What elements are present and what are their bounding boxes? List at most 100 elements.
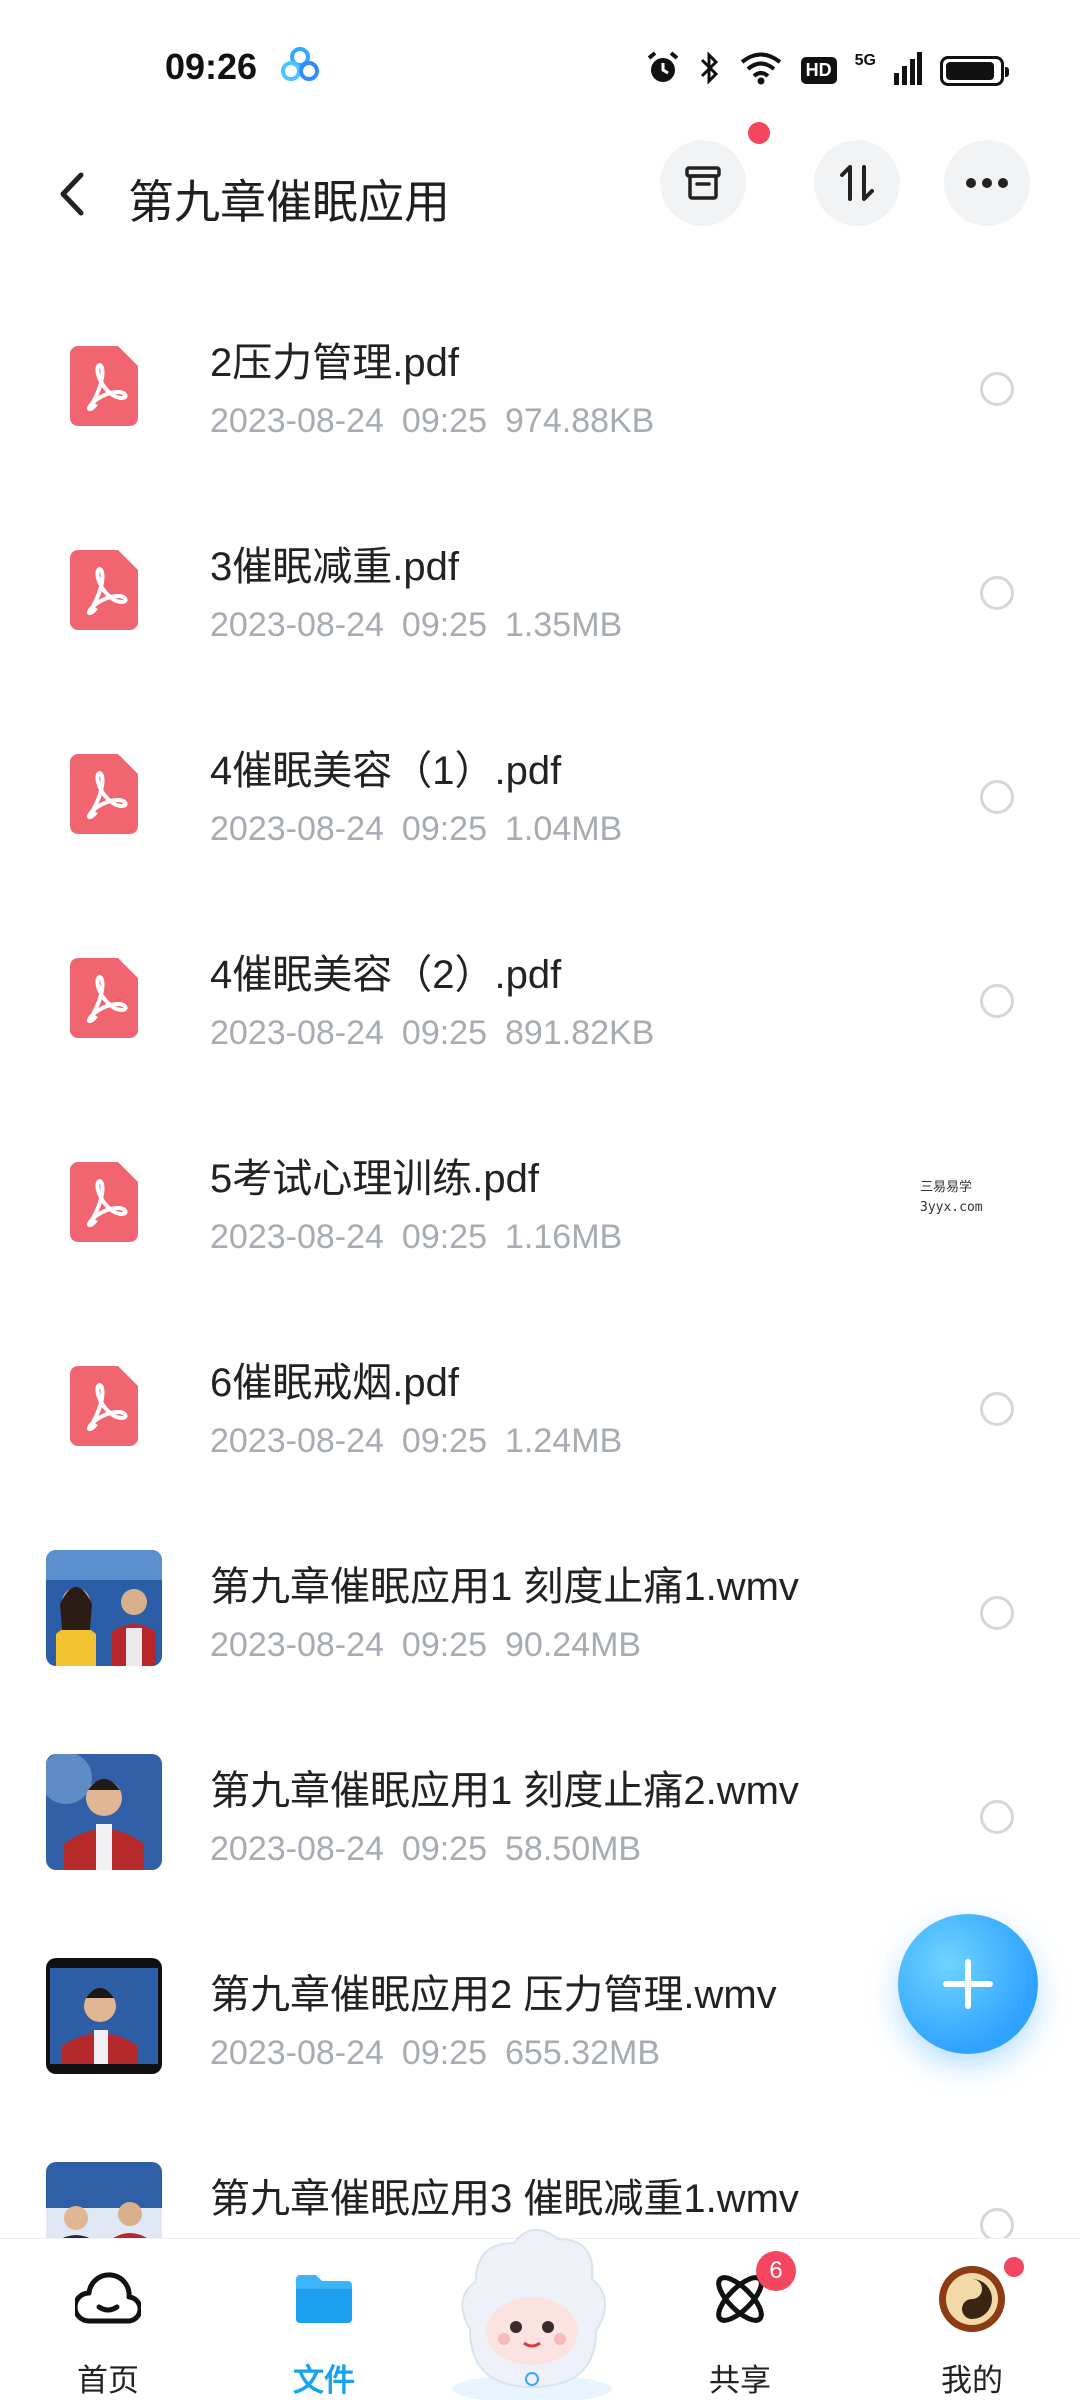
more-icon bbox=[966, 178, 1008, 188]
file-row[interactable]: 2压力管理.pdf 2023-08-24 09:25 974.88KB bbox=[0, 290, 1080, 494]
file-date: 2023-08-24 bbox=[210, 1422, 384, 1460]
page-title: 第九章催眠应用 bbox=[128, 176, 450, 228]
signal-icon bbox=[894, 51, 922, 90]
file-size: 1.35MB bbox=[505, 606, 623, 644]
file-date: 2023-08-24 bbox=[210, 1014, 384, 1052]
plus-icon bbox=[943, 1959, 993, 2009]
file-size: 58.50MB bbox=[505, 1830, 642, 1868]
nav-label: 文件 bbox=[293, 2363, 355, 2398]
select-radio[interactable] bbox=[980, 576, 1014, 610]
file-size: 655.32MB bbox=[505, 2034, 661, 2072]
file-size: 891.82KB bbox=[505, 1014, 655, 1052]
nav-share[interactable]: 6 共享 bbox=[660, 2239, 820, 2400]
file-meta: 2023-08-24 09:25 891.82KB bbox=[210, 1014, 654, 1053]
add-button[interactable] bbox=[898, 1914, 1038, 2054]
watermark-line1: 三易易学 bbox=[920, 1180, 973, 1195]
file-size: 1.24MB bbox=[505, 1422, 623, 1460]
file-name: 第九章催眠应用1 刻度止痛2.wmv bbox=[210, 1769, 799, 1813]
sort-icon bbox=[840, 165, 874, 201]
file-time: 09:25 bbox=[401, 606, 488, 644]
pdf-file-icon bbox=[70, 550, 138, 630]
screen: 09:26 HD 5G 第九章催眠应用 2压力管理.pdf 2023-08-24… bbox=[0, 0, 1080, 2400]
file-size: 974.88KB bbox=[505, 402, 655, 440]
file-row[interactable]: 第九章催眠应用1 刻度止痛2.wmv 2023-08-24 09:25 58.50M… bbox=[0, 1718, 1080, 1922]
alarm-icon bbox=[645, 50, 681, 91]
file-name: 5考试心理训练.pdf bbox=[210, 1157, 539, 1201]
file-time: 09:25 bbox=[401, 1830, 488, 1868]
mascot-icon[interactable] bbox=[432, 2209, 632, 2400]
avatar-icon bbox=[934, 2261, 1010, 2337]
select-radio[interactable] bbox=[980, 372, 1014, 406]
file-row[interactable]: 6催眠戒烟.pdf 2023-08-24 09:25 1.24MB bbox=[0, 1310, 1080, 1514]
watermark: 三易易学 3yyx.com bbox=[920, 1178, 983, 1218]
pdf-file-icon bbox=[70, 1366, 138, 1446]
nav-home[interactable]: 首页 bbox=[28, 2239, 188, 2400]
folder-icon bbox=[286, 2261, 362, 2337]
select-radio[interactable] bbox=[980, 780, 1014, 814]
archive-icon bbox=[685, 166, 721, 200]
file-time: 09:25 bbox=[401, 1626, 488, 1664]
app-cluster-icon bbox=[280, 46, 320, 87]
status-bar: 09:26 HD 5G bbox=[0, 0, 1080, 140]
nav-label: 共享 bbox=[709, 2363, 771, 2398]
file-time: 09:25 bbox=[401, 810, 488, 848]
header: 第九章催眠应用 bbox=[0, 122, 1080, 250]
pdf-file-icon bbox=[70, 958, 138, 1038]
file-meta: 2023-08-24 09:25 58.50MB bbox=[210, 1830, 641, 1869]
file-size: 1.16MB bbox=[505, 1218, 623, 1256]
bottom-nav: 首页 文件 6 共享 我的 bbox=[0, 2229, 1080, 2400]
notification-dot bbox=[748, 122, 770, 144]
pdf-file-icon bbox=[70, 754, 138, 834]
file-size: 1.04MB bbox=[505, 810, 623, 848]
wifi-icon bbox=[739, 51, 783, 90]
file-time: 09:25 bbox=[401, 1218, 488, 1256]
network-label: 5G bbox=[854, 51, 876, 69]
bluetooth-icon bbox=[699, 50, 721, 91]
file-name: 第九章催眠应用1 刻度止痛1.wmv bbox=[210, 1565, 799, 1609]
file-meta: 2023-08-24 09:25 90.24MB bbox=[210, 1626, 641, 1665]
nav-label: 我的 bbox=[941, 2363, 1003, 2398]
more-button[interactable] bbox=[944, 140, 1030, 226]
video-thumbnail bbox=[46, 1754, 162, 1870]
file-name: 第九章催眠应用2 压力管理.wmv bbox=[210, 1973, 777, 2017]
pdf-file-icon bbox=[70, 1162, 138, 1242]
file-name: 4催眠美容（1）.pdf bbox=[210, 749, 562, 793]
archive-button[interactable] bbox=[660, 140, 746, 226]
sort-button[interactable] bbox=[814, 140, 900, 226]
file-meta: 2023-08-24 09:25 1.24MB bbox=[210, 1422, 622, 1461]
cloud-home-icon bbox=[70, 2261, 146, 2337]
file-meta: 2023-08-24 09:25 974.88KB bbox=[210, 402, 654, 441]
select-radio[interactable] bbox=[980, 1392, 1014, 1426]
file-size: 90.24MB bbox=[505, 1626, 642, 1664]
nav-profile[interactable]: 我的 bbox=[892, 2239, 1052, 2400]
file-row[interactable]: 4催眠美容（2）.pdf 2023-08-24 09:25 891.82KB bbox=[0, 902, 1080, 1106]
file-row[interactable]: 5考试心理训练.pdf 2023-08-24 09:25 1.16MB bbox=[0, 1106, 1080, 1310]
file-date: 2023-08-24 bbox=[210, 402, 384, 440]
battery-icon bbox=[940, 55, 1009, 86]
select-radio[interactable] bbox=[980, 984, 1014, 1018]
share-badge: 6 bbox=[756, 2251, 796, 2291]
back-icon bbox=[60, 172, 84, 216]
status-time: 09:26 bbox=[165, 46, 258, 87]
file-date: 2023-08-24 bbox=[210, 810, 384, 848]
back-button[interactable] bbox=[44, 162, 100, 226]
video-thumbnail bbox=[46, 1958, 162, 2074]
select-radio[interactable] bbox=[980, 1800, 1014, 1834]
file-row[interactable]: 4催眠美容（1）.pdf 2023-08-24 09:25 1.04MB bbox=[0, 698, 1080, 902]
file-date: 2023-08-24 bbox=[210, 1626, 384, 1664]
nav-files[interactable]: 文件 bbox=[244, 2239, 404, 2400]
profile-dot bbox=[1004, 2257, 1024, 2277]
status-icons: HD 5G bbox=[645, 50, 1009, 91]
pdf-file-icon bbox=[70, 346, 138, 426]
select-radio[interactable] bbox=[980, 1596, 1014, 1630]
file-name: 4催眠美容（2）.pdf bbox=[210, 953, 562, 997]
file-time: 09:25 bbox=[401, 1422, 488, 1460]
file-meta: 2023-08-24 09:25 1.35MB bbox=[210, 606, 622, 645]
select-radio[interactable] bbox=[980, 2208, 1014, 2242]
nav-label: 首页 bbox=[77, 2363, 139, 2398]
file-time: 09:25 bbox=[401, 2034, 488, 2072]
file-name: 6催眠戒烟.pdf bbox=[210, 1361, 459, 1405]
file-row[interactable]: 3催眠减重.pdf 2023-08-24 09:25 1.35MB bbox=[0, 494, 1080, 698]
file-row[interactable]: 第九章催眠应用1 刻度止痛1.wmv 2023-08-24 09:25 90.24M… bbox=[0, 1514, 1080, 1718]
file-date: 2023-08-24 bbox=[210, 1830, 384, 1868]
